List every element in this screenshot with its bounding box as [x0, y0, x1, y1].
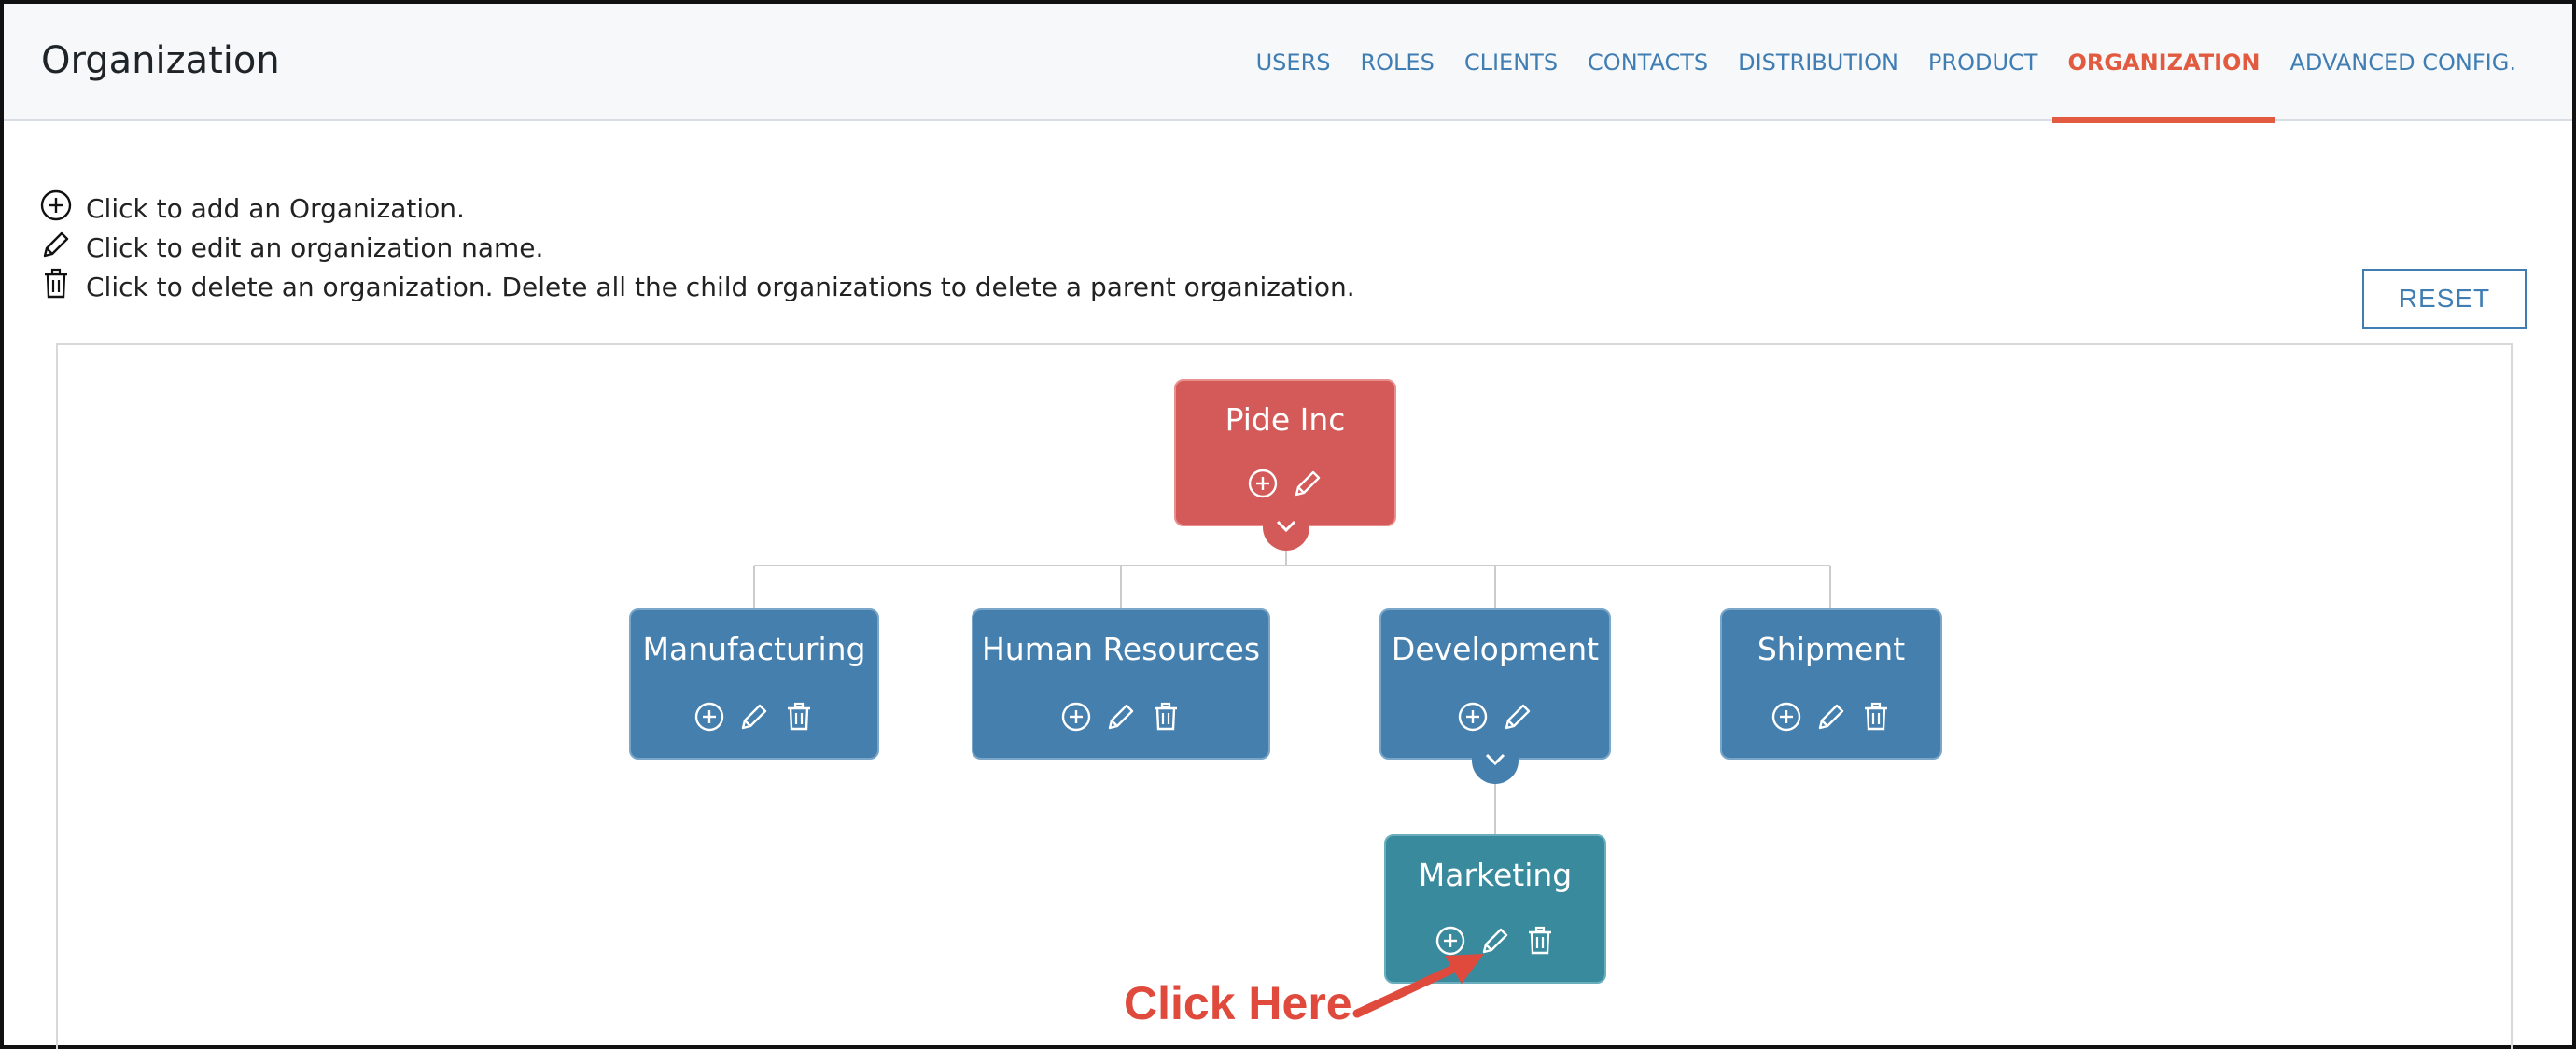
org-node-name: Manufacturing	[642, 631, 866, 667]
add-icon[interactable]	[1059, 700, 1093, 734]
edit-icon[interactable]	[1501, 700, 1534, 734]
legend-edit-row: Click to edit an organization name.	[39, 228, 1355, 267]
legend-add-row: Click to add an Organization.	[39, 189, 1355, 228]
org-node-manufacturing[interactable]: Manufacturing	[629, 608, 879, 760]
icon-legend: Click to add an Organization. Click to e…	[39, 189, 1355, 306]
edit-icon	[39, 228, 86, 268]
collapse-toggle-root[interactable]	[1263, 504, 1309, 551]
page-title: Organization	[41, 39, 280, 82]
trash-icon[interactable]	[1523, 924, 1557, 958]
legend-edit-text: Click to edit an organization name.	[86, 231, 544, 263]
main-nav: USERS ROLES CLIENTS CONTACTS DISTRIBUTIO…	[1241, 4, 2531, 123]
legend-add-text: Click to add an Organization.	[86, 192, 465, 224]
org-node-name: Human Resources	[981, 631, 1261, 667]
header-bar: Organization USERS ROLES CLIENTS CONTACT…	[4, 4, 2572, 123]
trash-icon	[39, 267, 86, 307]
org-node-name: Marketing	[1418, 857, 1573, 893]
trash-icon[interactable]	[782, 700, 816, 734]
chevron-down-icon	[1481, 745, 1509, 776]
trash-icon[interactable]	[1149, 700, 1183, 734]
collapse-toggle-development[interactable]	[1472, 737, 1519, 784]
tab-users[interactable]: USERS	[1241, 4, 1346, 121]
add-icon[interactable]	[693, 700, 726, 734]
tab-roles[interactable]: ROLES	[1345, 4, 1449, 121]
annotation-arrow-icon	[1352, 954, 1484, 1018]
edit-icon[interactable]	[1104, 700, 1138, 734]
org-node-name: Development	[1391, 631, 1600, 667]
add-icon[interactable]	[1456, 700, 1490, 734]
add-icon	[39, 189, 86, 229]
org-node-name: Shipment	[1757, 631, 1906, 667]
click-here-annotation: Click Here	[1124, 977, 1352, 1029]
legend-delete-text: Click to delete an organization. Delete …	[86, 271, 1355, 302]
add-icon[interactable]	[1770, 700, 1803, 734]
edit-icon[interactable]	[1291, 467, 1324, 500]
tab-contacts[interactable]: CONTACTS	[1573, 4, 1723, 121]
trash-icon[interactable]	[1859, 700, 1893, 734]
edit-icon[interactable]	[1814, 700, 1848, 734]
org-node-shipment[interactable]: Shipment	[1720, 608, 1942, 760]
chevron-down-icon	[1272, 511, 1300, 543]
tab-clients[interactable]: CLIENTS	[1449, 4, 1573, 121]
edit-icon[interactable]	[737, 700, 771, 734]
add-icon[interactable]	[1246, 467, 1280, 500]
org-node-human-resources[interactable]: Human Resources	[972, 608, 1270, 760]
org-node-name: Pide Inc	[1225, 401, 1346, 438]
tab-advanced-config[interactable]: ADVANCED CONFIG.	[2275, 4, 2531, 121]
tab-product[interactable]: PRODUCT	[1913, 4, 2053, 121]
org-chart-canvas: Pide Inc Manufacturing Human Resources D…	[56, 343, 2513, 1049]
legend-delete-row: Click to delete an organization. Delete …	[39, 267, 1355, 306]
tab-organization[interactable]: ORGANIZATION	[2052, 4, 2275, 123]
reset-button[interactable]: RESET	[2362, 269, 2527, 329]
tab-distribution[interactable]: DISTRIBUTION	[1723, 4, 1913, 121]
